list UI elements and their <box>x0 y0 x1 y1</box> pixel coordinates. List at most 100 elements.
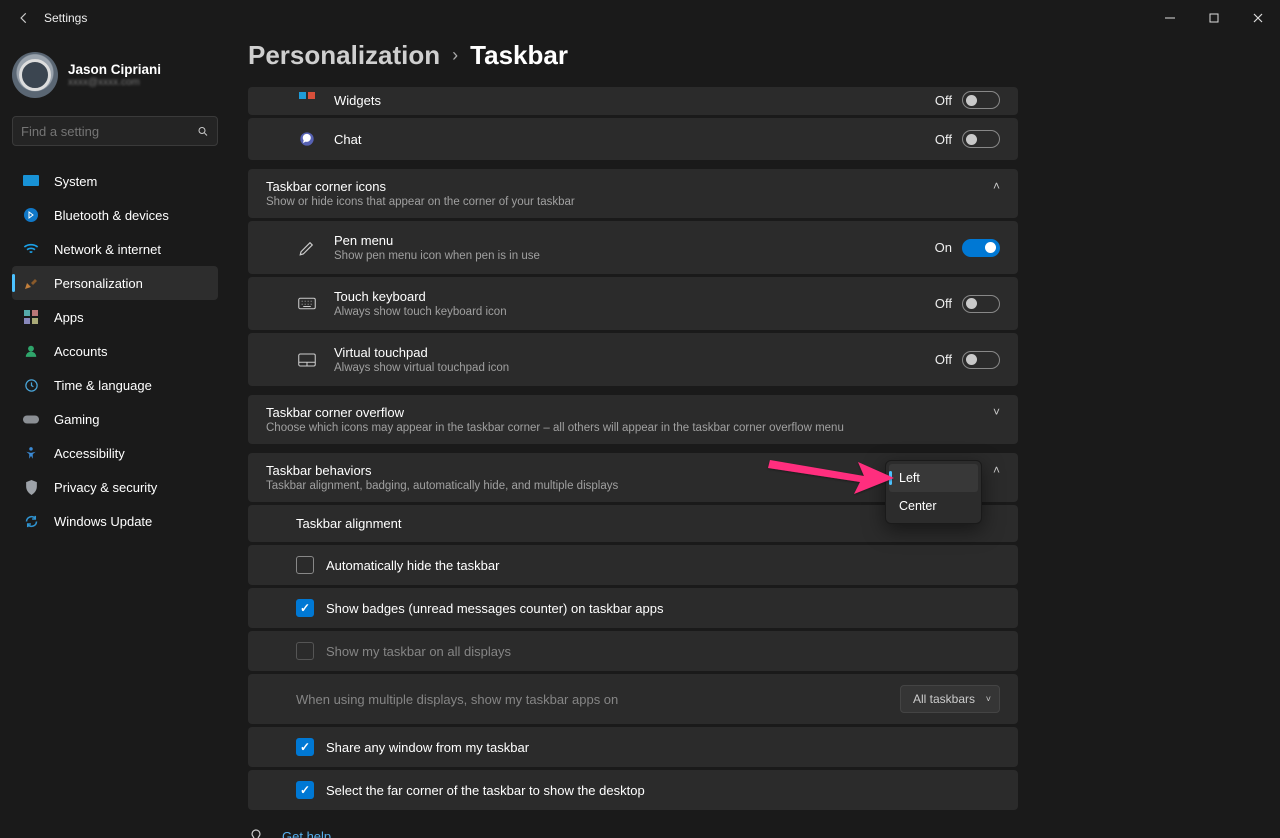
maximize-button[interactable] <box>1192 2 1236 34</box>
bluetooth-icon <box>22 206 40 224</box>
toggle-state: Off <box>935 352 952 367</box>
nav-update[interactable]: Windows Update <box>12 504 218 538</box>
user-tile[interactable]: Jason Cipriani xxxx@xxxx.com <box>12 48 218 112</box>
system-icon <box>22 172 40 190</box>
row-title: Chat <box>334 132 361 147</box>
nav-network[interactable]: Network & internet <box>12 232 218 266</box>
nav-accounts[interactable]: Accounts <box>12 334 218 368</box>
row-pen-menu[interactable]: Pen menu Show pen menu icon when pen is … <box>248 221 1018 274</box>
nav-bluetooth[interactable]: Bluetooth & devices <box>12 198 218 232</box>
accessibility-icon <box>22 444 40 462</box>
touch-keyboard-toggle[interactable] <box>962 295 1000 313</box>
row-chat[interactable]: Chat Off <box>248 118 1018 160</box>
row-title: Show my taskbar on all displays <box>326 644 511 659</box>
nav-personalization[interactable]: Personalization <box>12 266 218 300</box>
titlebar: Settings <box>0 0 1280 36</box>
nav-label: Network & internet <box>54 242 161 257</box>
row-auto-hide[interactable]: Automatically hide the taskbar <box>248 545 1018 585</box>
chat-icon <box>296 131 318 147</box>
row-title: Virtual touchpad <box>334 345 509 360</box>
update-icon <box>22 512 40 530</box>
share-checkbox[interactable] <box>296 738 314 756</box>
toggle-state: Off <box>935 296 952 311</box>
breadcrumb-parent[interactable]: Personalization <box>248 40 440 71</box>
accounts-icon <box>22 342 40 360</box>
help-icon <box>248 828 266 838</box>
option-label: Left <box>899 471 920 485</box>
row-virtual-touchpad[interactable]: Virtual touchpad Always show virtual tou… <box>248 333 1018 386</box>
shield-icon <box>22 478 40 496</box>
nav-label: Personalization <box>54 276 143 291</box>
widgets-icon <box>296 92 318 108</box>
far-corner-checkbox[interactable] <box>296 781 314 799</box>
pen-icon <box>296 239 318 257</box>
section-subtitle: Taskbar alignment, badging, automaticall… <box>266 480 618 492</box>
row-share-window[interactable]: Share any window from my taskbar <box>248 727 1018 767</box>
row-title: Taskbar alignment <box>296 516 402 531</box>
row-multi-show: Show my taskbar on all displays <box>248 631 1018 671</box>
search-input[interactable] <box>21 124 197 139</box>
chevron-right-icon: › <box>452 45 458 66</box>
back-button[interactable] <box>8 2 40 34</box>
personalization-icon <box>22 274 40 292</box>
sidebar: Jason Cipriani xxxx@xxxx.com System Blue… <box>0 40 230 838</box>
row-widgets[interactable]: Widgets Off <box>248 87 1018 115</box>
widgets-toggle[interactable] <box>962 91 1000 109</box>
virtual-touchpad-toggle[interactable] <box>962 351 1000 369</box>
alignment-option-left[interactable]: Left <box>889 464 978 492</box>
row-far-corner[interactable]: Select the far corner of the taskbar to … <box>248 770 1018 810</box>
section-subtitle: Show or hide icons that appear on the co… <box>266 196 575 208</box>
nav-apps[interactable]: Apps <box>12 300 218 334</box>
alignment-dropdown-popup[interactable]: Left Center <box>885 460 982 524</box>
minimize-button[interactable] <box>1148 2 1192 34</box>
nav-list: System Bluetooth & devices Network & int… <box>12 164 218 538</box>
chevron-up-icon: ˄ <box>993 463 1000 477</box>
chat-toggle[interactable] <box>962 130 1000 148</box>
multi-when-dropdown: All taskbars ˅ <box>900 685 1000 713</box>
main-content: Personalization › Taskbar Widgets Off Ch… <box>248 40 1280 838</box>
link-text[interactable]: Get help <box>282 829 331 838</box>
wifi-icon <box>22 240 40 258</box>
badges-checkbox[interactable] <box>296 599 314 617</box>
row-title: Automatically hide the taskbar <box>326 558 499 573</box>
chevron-down-icon: ˅ <box>986 694 991 704</box>
nav-label: Accessibility <box>54 446 125 461</box>
get-help-link[interactable]: Get help <box>248 824 1280 838</box>
row-multi-when: When using multiple displays, show my ta… <box>248 674 1018 724</box>
avatar <box>12 52 58 98</box>
row-subtitle: Always show touch keyboard icon <box>334 306 507 318</box>
clock-icon <box>22 376 40 394</box>
section-title: Taskbar behaviors <box>266 463 372 478</box>
nav-privacy[interactable]: Privacy & security <box>12 470 218 504</box>
toggle-state: Off <box>935 93 952 108</box>
nav-time[interactable]: Time & language <box>12 368 218 402</box>
search-box[interactable] <box>12 116 218 146</box>
toggle-state: Off <box>935 132 952 147</box>
section-corner-overflow[interactable]: Taskbar corner overflow Choose which ico… <box>248 395 1018 444</box>
nav-label: System <box>54 174 97 189</box>
close-button[interactable] <box>1236 2 1280 34</box>
row-show-badges[interactable]: Show badges (unread messages counter) on… <box>248 588 1018 628</box>
toggle-state: On <box>935 240 952 255</box>
row-subtitle: Always show virtual touchpad icon <box>334 362 509 374</box>
pen-toggle[interactable] <box>962 239 1000 257</box>
section-corner-icons[interactable]: Taskbar corner icons Show or hide icons … <box>248 169 1018 218</box>
row-title: Show badges (unread messages counter) on… <box>326 601 663 616</box>
row-touch-keyboard[interactable]: Touch keyboard Always show touch keyboar… <box>248 277 1018 330</box>
window-title: Settings <box>44 11 87 25</box>
alignment-option-center[interactable]: Center <box>889 492 978 520</box>
row-title: Touch keyboard <box>334 289 507 304</box>
nav-system[interactable]: System <box>12 164 218 198</box>
section-title: Taskbar corner icons <box>266 179 386 194</box>
nav-gaming[interactable]: Gaming <box>12 402 218 436</box>
auto-hide-checkbox[interactable] <box>296 556 314 574</box>
nav-accessibility[interactable]: Accessibility <box>12 436 218 470</box>
nav-label: Windows Update <box>54 514 152 529</box>
row-subtitle: Show pen menu icon when pen is in use <box>334 250 540 262</box>
touchpad-icon <box>296 353 318 367</box>
row-title: Pen menu <box>334 233 540 248</box>
section-title: Taskbar corner overflow <box>266 405 404 420</box>
row-title: Widgets <box>334 93 381 108</box>
breadcrumb-current: Taskbar <box>470 40 568 71</box>
nav-label: Bluetooth & devices <box>54 208 169 223</box>
